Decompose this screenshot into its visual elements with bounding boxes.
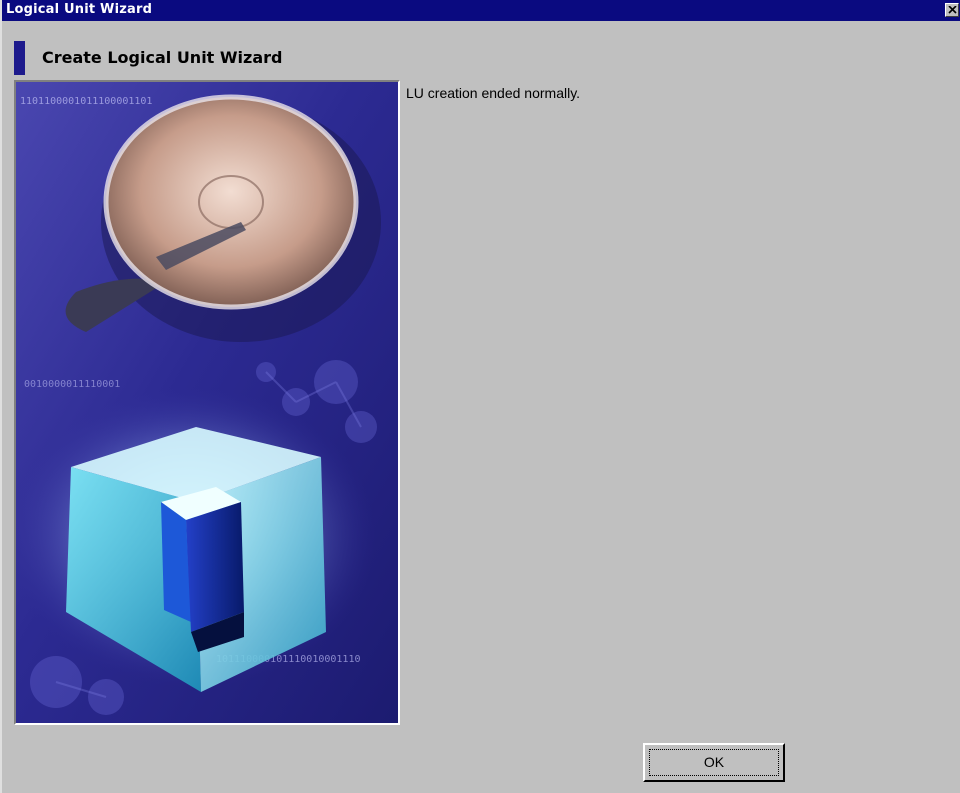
title-bar[interactable]: Logical Unit Wizard [2,0,960,21]
wizard-illustration: 1101100001011100001101 0010000011110001 … [14,80,400,725]
close-button[interactable] [945,3,959,17]
ok-button[interactable]: OK [643,743,785,782]
wizard-window: Logical Unit Wizard Create Logical Unit … [0,0,960,793]
header-marker [14,41,25,75]
binary-text-mid: 0010000011110001 [24,379,120,390]
window-title: Logical Unit Wizard [6,2,153,17]
close-icon [948,6,957,14]
status-message: LU creation ended normally. [406,85,581,101]
binary-text-top: 1101100001011100001101 [20,96,152,107]
ok-button-label: OK [703,754,725,770]
wizard-heading: Create Logical Unit Wizard [42,48,283,67]
